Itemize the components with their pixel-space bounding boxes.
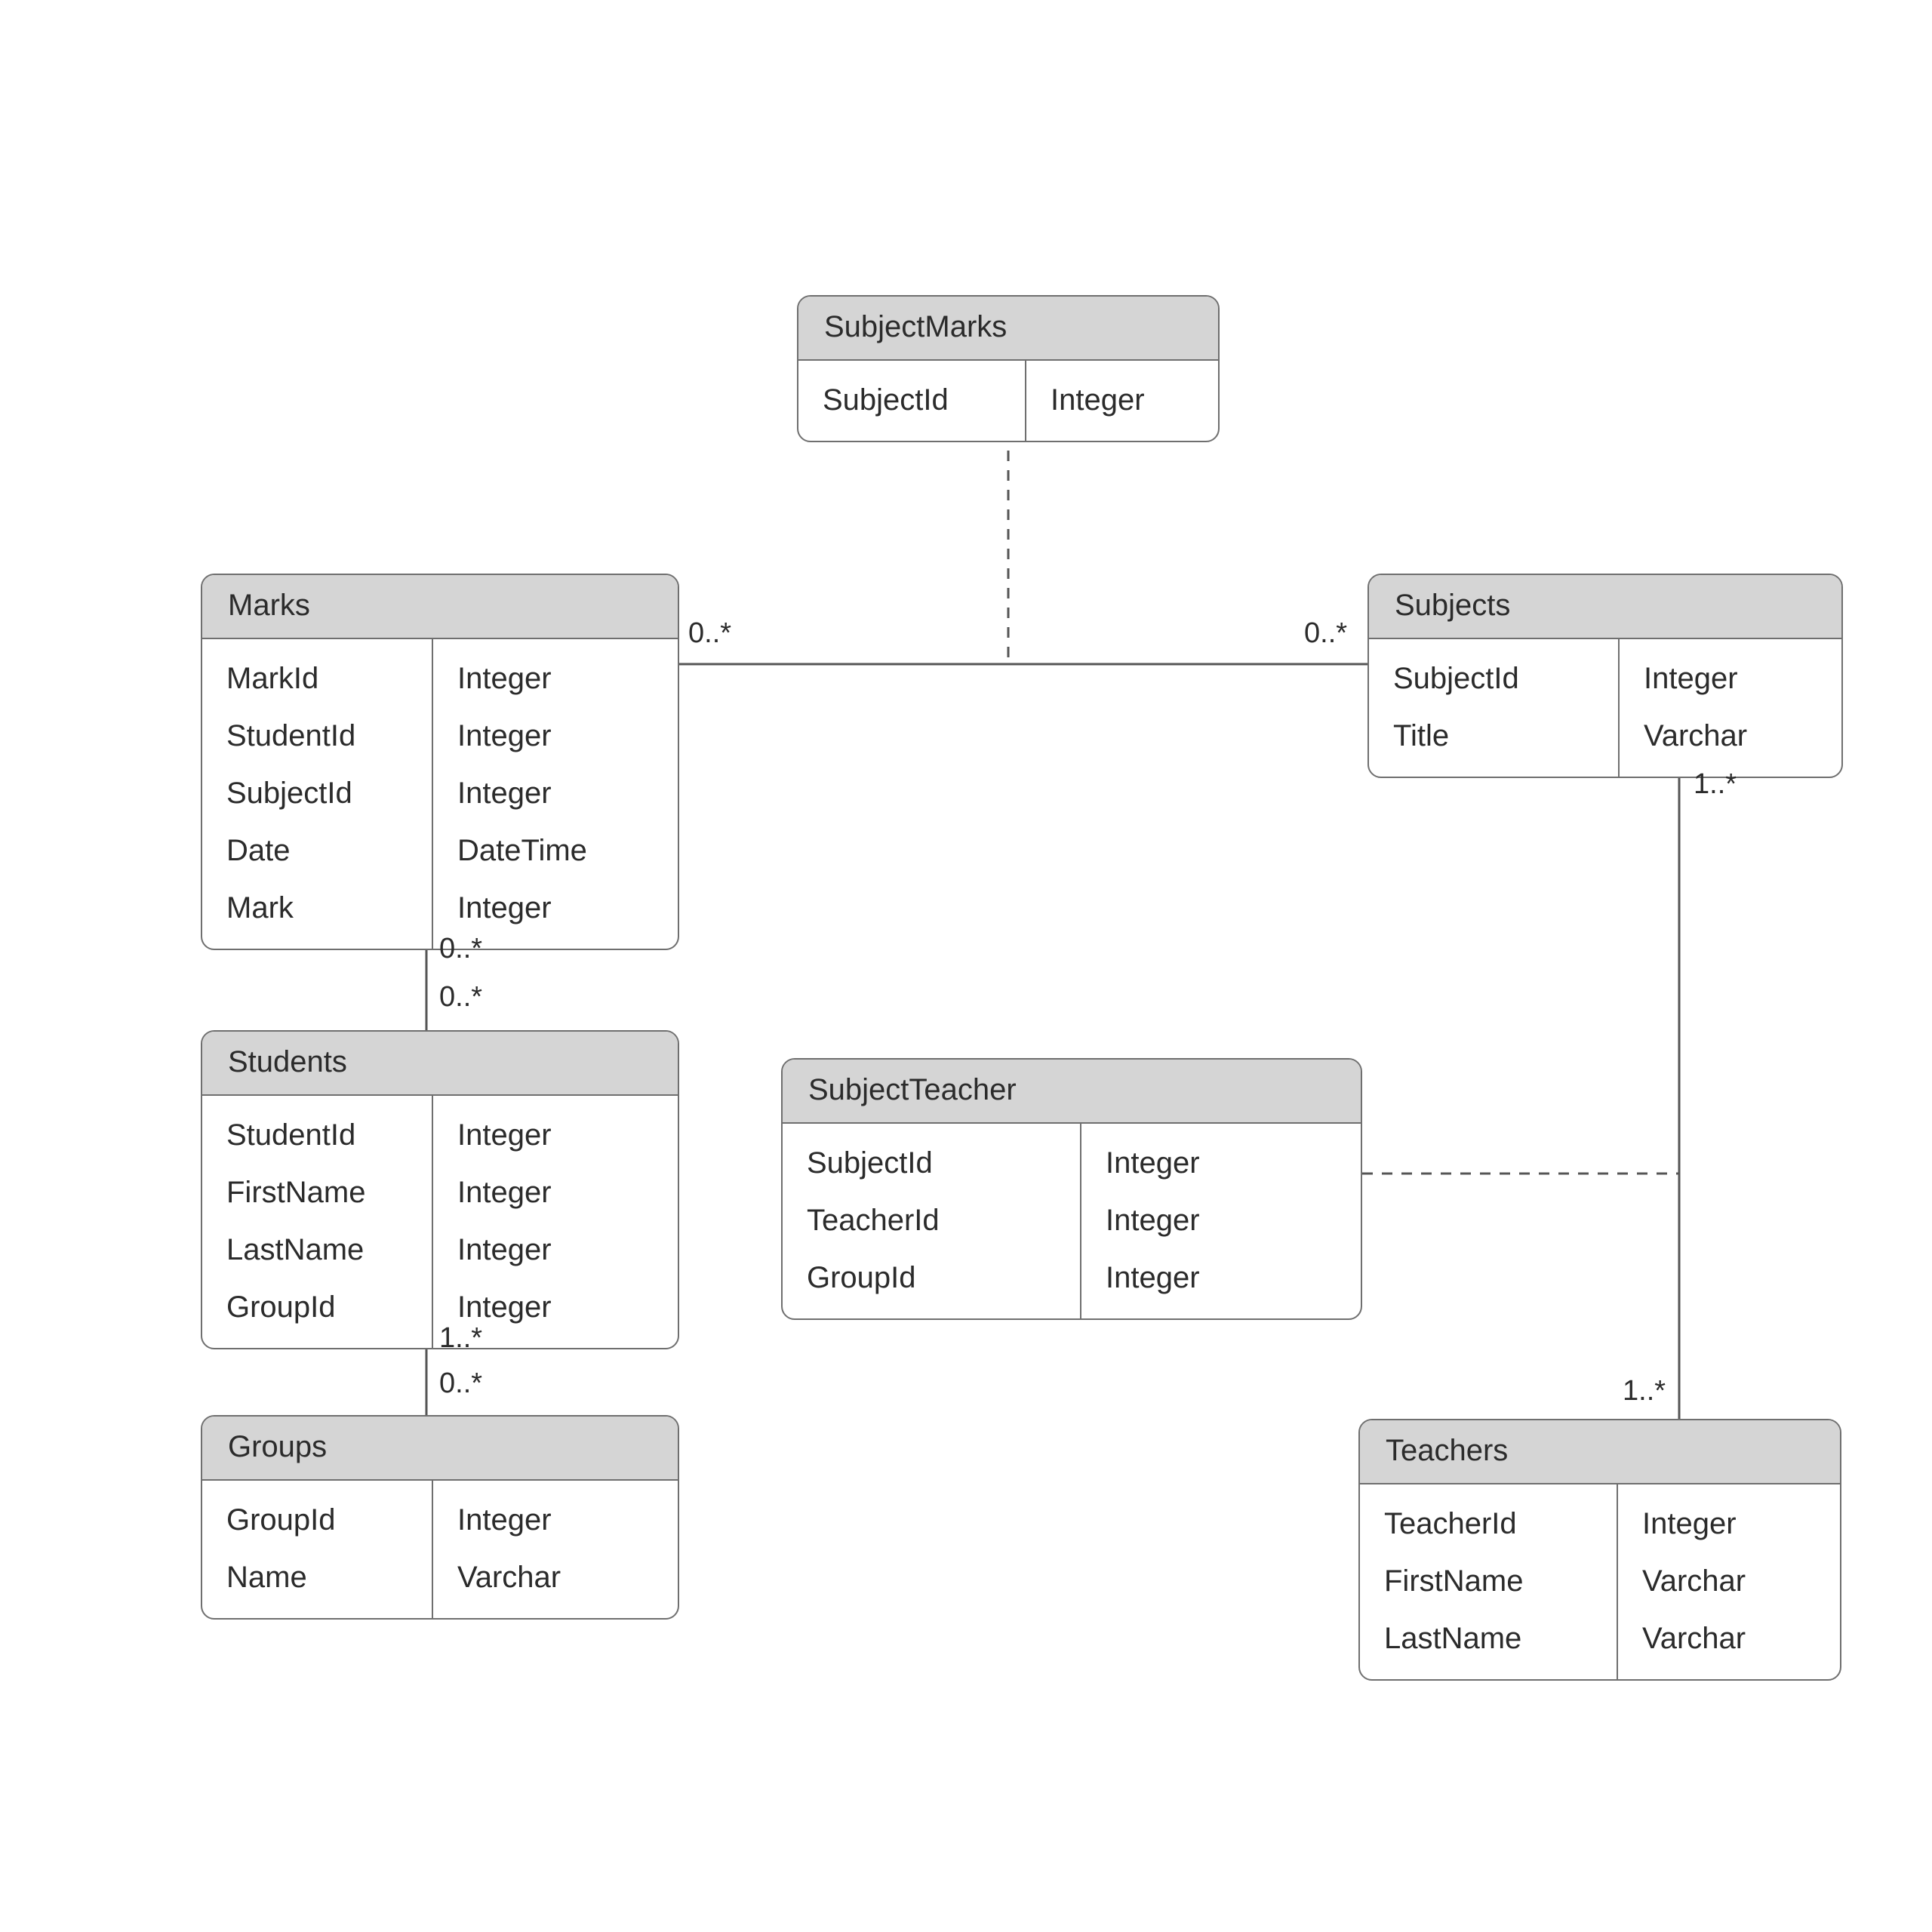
entity-title: Teachers	[1360, 1420, 1840, 1484]
entity-subjects: Subjects SubjectId Title Integer Varchar	[1367, 574, 1843, 778]
entity-title: Subjects	[1369, 575, 1841, 639]
column-name: GroupId	[202, 1278, 432, 1336]
multiplicity-label: 0..*	[688, 617, 731, 650]
column-type: Varchar	[1620, 707, 1841, 764]
column-type: DateTime	[433, 822, 678, 879]
column-type: Integer	[433, 1491, 678, 1549]
column-type: Varchar	[433, 1549, 678, 1606]
column-name: Date	[202, 822, 432, 879]
er-diagram-canvas: { "entities": { "subjectMarks": { "title…	[0, 0, 1932, 1932]
entity-title: Students	[202, 1032, 678, 1096]
column-name: StudentId	[202, 1106, 432, 1164]
multiplicity-label: 1..*	[439, 1322, 482, 1355]
column-name: LastName	[1360, 1610, 1617, 1667]
column-type: Varchar	[1618, 1610, 1840, 1667]
column-name: LastName	[202, 1221, 432, 1278]
column-type: Integer	[1081, 1249, 1361, 1306]
column-type: Integer	[433, 764, 678, 822]
column-type: Integer	[433, 879, 678, 937]
column-name: Mark	[202, 879, 432, 937]
column-name: SubjectId	[783, 1134, 1080, 1192]
entity-title: SubjectMarks	[798, 297, 1218, 361]
column-type: Integer	[433, 1221, 678, 1278]
column-name: SubjectId	[1369, 650, 1618, 707]
entity-groups: Groups GroupId Name Integer Varchar	[201, 1415, 679, 1620]
multiplicity-label: 1..*	[1694, 768, 1737, 801]
multiplicity-label: 1..*	[1623, 1375, 1666, 1407]
entity-title: SubjectTeacher	[783, 1060, 1361, 1124]
multiplicity-label: 0..*	[1304, 617, 1347, 650]
entity-marks: Marks MarkId StudentId SubjectId Date Ma…	[201, 574, 679, 950]
column-type: Integer	[433, 1106, 678, 1164]
column-name: Name	[202, 1549, 432, 1606]
entity-teachers: Teachers TeacherId FirstName LastName In…	[1358, 1419, 1841, 1681]
multiplicity-label: 0..*	[439, 1367, 482, 1400]
column-type: Integer	[1620, 650, 1841, 707]
column-name: GroupId	[202, 1491, 432, 1549]
column-name: TeacherId	[783, 1192, 1080, 1249]
column-name: SubjectId	[202, 764, 432, 822]
column-type: Integer	[433, 707, 678, 764]
column-type: Integer	[1026, 371, 1218, 429]
column-name: SubjectId	[798, 371, 1025, 429]
column-type: Integer	[433, 650, 678, 707]
column-name: StudentId	[202, 707, 432, 764]
column-name: TeacherId	[1360, 1495, 1617, 1552]
entity-subject-teacher: SubjectTeacher SubjectId TeacherId Group…	[781, 1058, 1362, 1320]
entity-subject-marks: SubjectMarks SubjectId Integer	[797, 295, 1220, 442]
column-type: Integer	[1081, 1134, 1361, 1192]
column-name: MarkId	[202, 650, 432, 707]
multiplicity-label: 0..*	[439, 933, 482, 965]
multiplicity-label: 0..*	[439, 981, 482, 1014]
column-name: FirstName	[1360, 1552, 1617, 1610]
column-type: Varchar	[1618, 1552, 1840, 1610]
column-type: Integer	[1618, 1495, 1840, 1552]
entity-students: Students StudentId FirstName LastName Gr…	[201, 1030, 679, 1349]
entity-title: Groups	[202, 1417, 678, 1481]
column-name: Title	[1369, 707, 1618, 764]
column-type: Integer	[433, 1164, 678, 1221]
column-name: GroupId	[783, 1249, 1080, 1306]
entity-title: Marks	[202, 575, 678, 639]
column-name: FirstName	[202, 1164, 432, 1221]
column-type: Integer	[1081, 1192, 1361, 1249]
